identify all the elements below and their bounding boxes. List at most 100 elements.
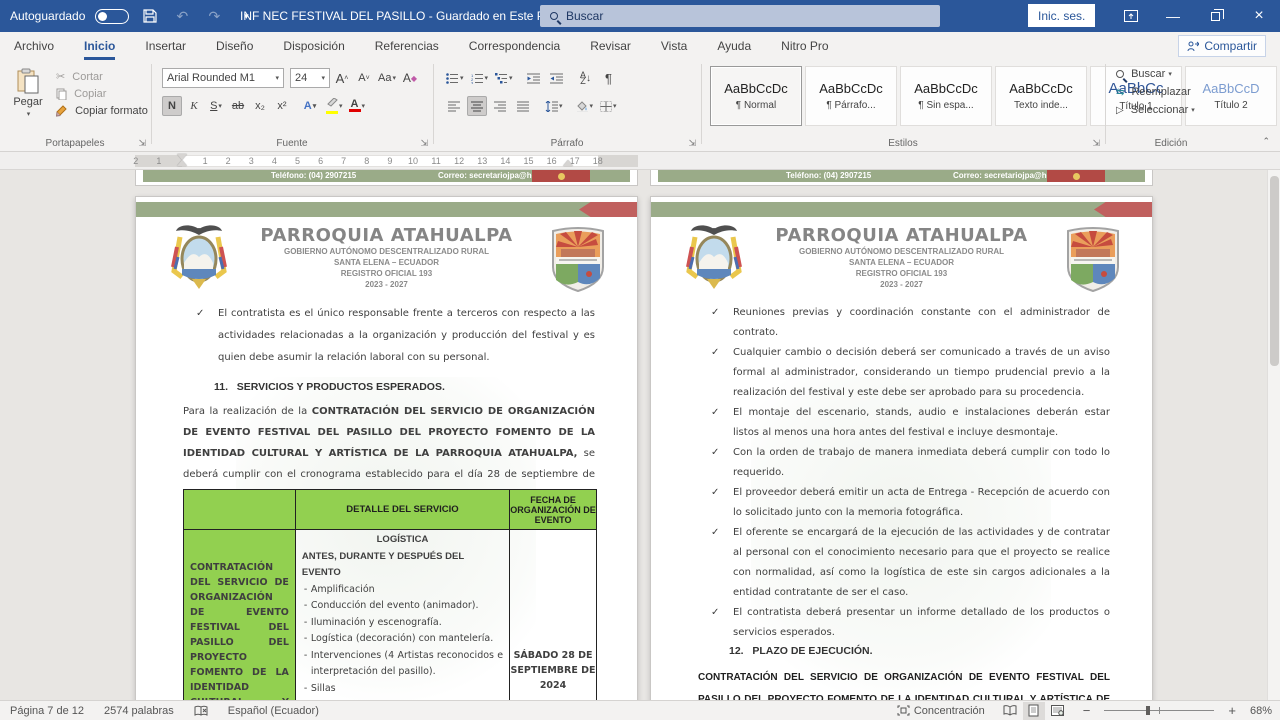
zoom-in-button[interactable]: + — [1228, 703, 1236, 718]
ribbon-display-options-button[interactable] — [1110, 0, 1152, 32]
hanging-indent-marker[interactable] — [177, 160, 187, 166]
word-count[interactable]: 2574 palabras — [104, 705, 174, 717]
align-center-icon — [471, 101, 483, 112]
tab-diseno[interactable]: Diseño — [216, 32, 253, 60]
minimize-button[interactable]: — — [1152, 0, 1194, 32]
paragraph-dialog-launcher[interactable]: ⇲ — [688, 138, 696, 149]
superscript-button[interactable]: x² — [272, 96, 292, 116]
focus-mode-button[interactable]: Concentración — [897, 705, 985, 717]
restore-button[interactable] — [1194, 0, 1236, 32]
language-indicator[interactable]: Español (Ecuador) — [228, 705, 319, 717]
increase-indent-button[interactable] — [547, 68, 567, 88]
cut-button[interactable]: ✂ Cortar — [56, 70, 148, 83]
tab-referencias[interactable]: Referencias — [375, 32, 439, 60]
page-indicator[interactable]: Página 7 de 12 — [10, 705, 84, 717]
shading-icon — [576, 101, 589, 112]
scrollbar-thumb[interactable] — [1270, 176, 1279, 366]
tab-disposicion[interactable]: Disposición — [283, 32, 344, 60]
search-input[interactable]: Buscar — [540, 5, 940, 27]
zoom-slider[interactable] — [1104, 710, 1214, 711]
zoom-out-button[interactable]: − — [1083, 703, 1091, 718]
zoom-level[interactable]: 68% — [1250, 705, 1272, 717]
show-marks-button[interactable]: ¶ — [599, 68, 619, 88]
strikethrough-button[interactable]: ab — [228, 96, 248, 116]
title-bar: Autoguardado ↶ ↷ ▾ INF NEC FESTIVAL DEL … — [0, 0, 1280, 32]
sort-button[interactable]: AZ↓ — [576, 68, 596, 88]
share-button[interactable]: Compartir — [1178, 35, 1266, 57]
zoom-slider-handle[interactable] — [1146, 706, 1150, 715]
font-color-button[interactable]: A ▾ — [347, 96, 368, 116]
font-dialog-launcher[interactable]: ⇲ — [420, 138, 428, 149]
header-band — [651, 202, 1152, 217]
bullet-list-button[interactable]: ▾ — [444, 68, 466, 88]
paste-button[interactable]: Pegar ▾ — [8, 68, 48, 118]
numbered-list-button[interactable]: 123▾ — [469, 68, 491, 88]
style-texto-independiente[interactable]: AaBbCcDc Texto inde... — [995, 66, 1087, 126]
copy-button[interactable]: Copiar — [56, 88, 148, 100]
bold-button[interactable]: N — [162, 96, 182, 116]
style-normal[interactable]: AaBbCcDc ¶ Normal — [710, 66, 802, 126]
close-button[interactable]: × — [1238, 0, 1280, 32]
sign-in-button[interactable]: Inic. ses. — [1028, 4, 1095, 27]
styles-dialog-launcher[interactable]: ⇲ — [1092, 138, 1100, 149]
italic-button[interactable]: K — [184, 96, 204, 116]
tab-inicio[interactable]: Inicio — [84, 32, 115, 60]
ruler-number: 4 — [272, 156, 277, 166]
ruler-number: 5 — [295, 156, 300, 166]
tab-nitro-pro[interactable]: Nitro Pro — [781, 32, 828, 60]
right-indent-marker[interactable] — [563, 160, 573, 166]
shading-button[interactable]: ▾ — [574, 96, 596, 116]
undo-icon[interactable]: ↶ — [171, 5, 193, 27]
align-right-button[interactable] — [490, 96, 510, 116]
autosave-label: Autoguardado — [10, 9, 85, 23]
proofing-errors-icon[interactable] — [194, 705, 208, 717]
tab-correspondencia[interactable]: Correspondencia — [469, 32, 560, 60]
format-painter-button[interactable]: Copiar formato — [56, 105, 148, 117]
multilevel-list-button[interactable]: ▾ — [493, 68, 515, 88]
clipboard-dialog-launcher[interactable]: ⇲ — [138, 138, 146, 149]
table-date-cell: SÁBADO 28 DE SEPTIEMBRE DE 2024 — [510, 530, 597, 701]
line-spacing-button[interactable]: ▾ — [542, 96, 565, 116]
group-parrafo: ▾ 123▾ ▾ AZ↓ ¶ — [434, 60, 700, 151]
font-family-combobox[interactable]: Arial Rounded M1▾ — [162, 68, 284, 88]
document-canvas[interactable]: Teléfono: (04) 2907215 Correo: secretari… — [0, 170, 1280, 700]
read-mode-button[interactable] — [999, 702, 1021, 720]
font-size-combobox[interactable]: 24▾ — [290, 68, 330, 88]
shrink-font-button[interactable]: A˅ — [354, 68, 374, 88]
style-sin-espaciado[interactable]: AaBbCcDc ¶ Sin espa... — [900, 66, 992, 126]
tab-ayuda[interactable]: Ayuda — [717, 32, 751, 60]
text-effects-button[interactable]: A▾ — [300, 96, 320, 116]
web-layout-button[interactable] — [1047, 702, 1069, 720]
search-icon — [550, 12, 558, 20]
tab-vista[interactable]: Vista — [661, 32, 687, 60]
clear-formatting-button[interactable]: A◆ — [400, 68, 420, 88]
highlight-button[interactable]: ▾ — [324, 96, 345, 116]
page-8[interactable]: PARROQUIA ATAHUALPA GOBIERNO AUTÓNOMO DE… — [650, 196, 1153, 700]
grow-font-button[interactable]: A˄ — [332, 68, 352, 88]
tab-archivo[interactable]: Archivo — [14, 32, 54, 60]
style-parrafo[interactable]: AaBbCcDc ¶ Párrafo... — [805, 66, 897, 126]
tab-insertar[interactable]: Insertar — [145, 32, 186, 60]
word-window: Autoguardado ↶ ↷ ▾ INF NEC FESTIVAL DEL … — [0, 0, 1280, 720]
justify-button[interactable] — [513, 96, 533, 116]
align-left-button[interactable] — [444, 96, 464, 116]
underline-button[interactable]: S▾ — [206, 96, 226, 116]
select-button[interactable]: ▷ Seleccionar▾ — [1116, 104, 1195, 116]
borders-button[interactable]: ▾ — [598, 96, 619, 116]
find-button[interactable]: Buscar▾ — [1116, 68, 1195, 80]
decrease-indent-button[interactable] — [524, 68, 544, 88]
print-layout-button[interactable] — [1023, 702, 1045, 720]
page-7[interactable]: PARROQUIA ATAHUALPA GOBIERNO AUTÓNOMO DE… — [135, 196, 638, 700]
align-center-button[interactable] — [467, 96, 487, 116]
horizontal-ruler[interactable]: 21123456789101112131415161718 — [0, 152, 1280, 170]
replace-button[interactable]: ⇆ Reemplazar — [1116, 86, 1195, 98]
save-icon[interactable] — [139, 5, 161, 27]
autosave-toggle[interactable] — [95, 9, 129, 24]
redo-icon[interactable]: ↷ — [203, 5, 225, 27]
tab-revisar[interactable]: Revisar — [590, 32, 631, 60]
subscript-button[interactable]: x₂ — [250, 96, 270, 116]
vertical-scrollbar[interactable] — [1267, 170, 1280, 700]
checked-paragraph: ✓ El contratista es el único responsable… — [196, 303, 595, 369]
collapse-ribbon-icon[interactable]: ⌃ — [1262, 136, 1270, 147]
change-case-button[interactable]: Aa▾ — [376, 68, 398, 88]
